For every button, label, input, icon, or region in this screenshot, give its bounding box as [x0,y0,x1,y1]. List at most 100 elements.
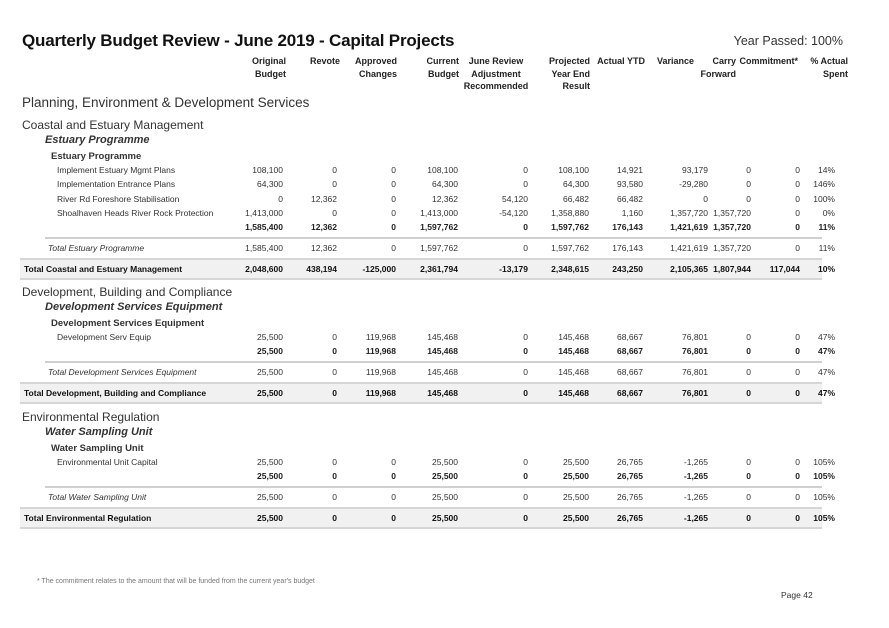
header-line [415,80,459,93]
header-original-budget: Original Budget [238,55,286,93]
header-line: Year End [551,68,590,79]
cell-current-budget: 25,500 [432,492,458,503]
divider [45,237,822,240]
cell-carry-forward: 0 [746,367,751,378]
cell-commitment: 0 [795,471,800,482]
cell-variance: -1,265 [683,492,708,503]
subtotal-row: 25,500 0 119,968 145,468 0 145,468 68,667 76,80… [0,346,889,359]
section-heading: Environmental Regulation [22,410,160,424]
cell-current-budget: 1,597,762 [420,243,458,254]
header-pct-actual-spent: % Actual Spent [800,55,848,93]
cell-actual-ytd: 26,765 [617,457,643,467]
cell-projected-year-end: 145,468 [558,332,589,342]
line-item-row: Shoalhaven Heads River Rock Protection 1,… [0,208,889,221]
cell-june-review-adjustment: 0 [523,222,528,233]
divider [45,486,822,489]
cell-approved-changes: 119,968 [365,346,396,357]
report-title: Quarterly Budget Review - June 2019 - Ca… [22,31,455,50]
cell-approved-changes: 0 [391,222,396,233]
cell-projected-year-end: 64,300 [563,179,589,190]
header-line: Recommended [463,81,529,91]
header-carry-forward: Carry Forward [690,55,736,93]
cell-original-budget: 1,413,000 [245,207,283,218]
cell-original-budget: 0 [278,193,283,204]
cell-carry-forward: 0 [746,388,751,399]
cell-projected-year-end: 25,500 [563,513,589,524]
cell-actual-ytd: 68,667 [617,367,643,378]
cell-approved-changes: 0 [391,457,396,467]
cell-approved-changes: 0 [391,179,396,190]
cell-pct-actual-spent: 100% [813,193,835,204]
cell-carry-forward: 0 [746,457,751,467]
header-line: June Review [468,56,524,66]
cell-actual-ytd: 26,765 [617,492,643,503]
programme-heading: Estuary Programme [45,134,150,146]
cell-actual-ytd: 93,580 [617,179,643,190]
programme-total-row: Total Estuary Programme 1,585,400 12,362 0 1… [0,243,889,256]
cell-current-budget: 25,500 [432,457,458,467]
cell-projected-year-end: 66,482 [563,193,589,204]
cell-revote: 0 [332,165,337,175]
cell-commitment: 0 [795,346,800,357]
cell-variance: 76,801 [682,332,708,342]
cell-pct-actual-spent: 105% [813,471,835,482]
cell-actual-ytd: 26,765 [617,471,643,482]
cell-june-review-adjustment: 0 [523,179,528,190]
cell-june-review-adjustment: -54,120 [499,207,528,218]
cell-revote: 0 [332,367,337,378]
row-label: Development Serv Equip [57,332,152,342]
cell-pct-actual-spent: 14% [817,165,835,175]
cell-current-budget: 25,500 [432,471,458,482]
header-line [593,80,645,93]
cell-variance: 93,179 [682,165,708,175]
header-line [300,80,340,93]
header-line [650,68,694,81]
cell-pct-actual-spent: 146% [813,179,835,190]
cell-original-budget: 108,100 [252,165,283,175]
header-line [238,80,286,93]
row-label: Total Development, Building and Complian… [24,388,207,399]
header-line [690,80,736,93]
cell-carry-forward: 1,357,720 [713,207,751,218]
cell-commitment: 0 [795,513,800,524]
cell-june-review-adjustment: -13,179 [499,264,528,275]
cell-commitment: 0 [795,193,800,204]
cell-approved-changes: 119,968 [365,367,396,378]
cell-projected-year-end: 145,468 [558,367,589,378]
cell-approved-changes: -125,000 [362,264,396,275]
cell-revote: 0 [332,471,337,482]
cell-original-budget: 25,500 [257,332,283,342]
cell-original-budget: 25,500 [257,513,283,524]
cell-original-budget: 1,585,400 [245,243,283,254]
row-label: Implement Estuary Mgmt Plans [57,165,176,175]
cell-commitment: 0 [795,367,800,378]
cell-pct-actual-spent: 0% [822,207,835,218]
header-current-budget: Current Budget [415,55,459,93]
header-line: Actual YTD [597,56,645,66]
cell-current-budget: 1,413,000 [420,207,458,218]
cell-approved-changes: 119,968 [365,388,396,399]
header-line [738,80,798,93]
header-line [650,80,694,93]
cell-pct-actual-spent: 11% [818,222,835,233]
cell-pct-actual-spent: 105% [813,513,835,524]
cell-carry-forward: 0 [746,165,751,175]
cell-commitment: 0 [795,165,800,175]
cell-carry-forward: 1,807,944 [713,264,751,275]
cell-carry-forward: 0 [746,346,751,357]
cell-current-budget: 108,100 [427,165,458,175]
cell-revote: 12,362 [311,243,337,254]
subtotal-row: 25,500 0 0 25,500 0 25,500 26,765 -1,265 0 0 105% [0,471,889,484]
cell-current-budget: 145,468 [427,388,458,399]
cell-revote: 0 [332,332,337,342]
row-label: Total Coastal and Estuary Management [24,264,183,275]
cell-pct-actual-spent: 105% [813,457,835,467]
header-line: Forward [700,68,736,79]
page-number: Page 42 [781,590,813,600]
cell-revote: 0 [332,179,337,190]
cell-actual-ytd: 68,667 [617,332,643,342]
cell-commitment: 0 [795,179,800,190]
cell-june-review-adjustment: 0 [523,243,528,254]
cell-variance: 76,801 [682,367,708,378]
cell-june-review-adjustment: 0 [523,457,528,467]
